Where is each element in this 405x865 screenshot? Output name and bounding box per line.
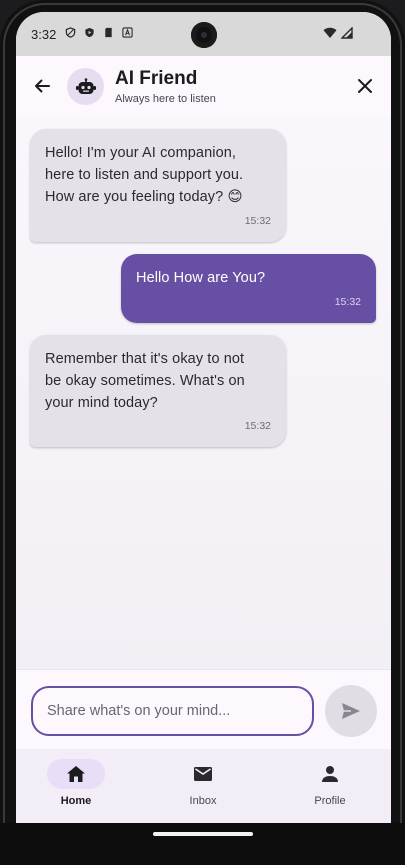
shield-icon [65,27,76,38]
nav-item-profile[interactable]: Profile [270,749,390,823]
bottom-nav: Home Inbox Profile [16,749,391,823]
status-time: 3:32 [31,27,57,42]
person-icon [322,766,338,782]
sd-card-icon [105,27,112,38]
message-text: Hello! I'm your AI companion, here to li… [45,145,244,205]
nav-item-home[interactable]: Home [16,749,136,823]
nav-label: Inbox [189,795,217,807]
message-input[interactable] [31,686,314,736]
app-header: AI Friend Always here to listen [16,56,391,116]
status-icons-right [323,27,353,39]
message-time: 15:32 [244,420,271,432]
user-message-bubble: Hello How are You? 15:32 [121,254,376,323]
robot-icon [75,77,96,94]
page-subtitle: Always here to listen [115,93,216,105]
play-protect-icon [85,27,94,38]
message-time: 15:32 [244,215,271,227]
close-icon [358,79,372,93]
avatar [67,68,104,105]
status-icons-left [65,27,133,38]
home-icon [67,766,85,782]
message-text: Hello How are You? [136,270,266,286]
nav-active-indicator [47,759,105,789]
nav-icon-container [301,759,359,789]
font-a-icon [122,27,133,38]
gesture-bar [0,823,405,865]
message-text: Remember that it's okay to not be okay s… [45,351,245,411]
page-title: AI Friend [115,68,198,89]
nav-icon-container [174,759,232,789]
status-bar: 3:32 [16,12,391,56]
cellular-signal-icon [341,27,353,39]
message-composer [16,669,391,749]
nav-item-inbox[interactable]: Inbox [143,749,263,823]
arrow-back-icon [35,79,50,93]
nav-label: Home [60,795,92,807]
nav-label: Profile [314,795,346,807]
mail-icon [194,767,212,781]
send-icon [342,703,360,719]
home-gesture-handle[interactable] [153,832,253,836]
message-time: 15:32 [334,296,361,308]
wifi-icon [323,27,337,38]
back-button[interactable] [28,72,56,100]
close-button[interactable] [351,72,379,100]
ai-message-bubble: Remember that it's okay to not be okay s… [30,335,286,447]
screen: 3:32 AI Friend Always here to listen Hel… [16,12,391,823]
ai-message-bubble: Hello! I'm your AI companion, here to li… [30,129,286,242]
front-camera [191,22,217,48]
phone-frame: 3:32 AI Friend Always here to listen Hel… [0,0,405,865]
chat-area[interactable]: Hello! I'm your AI companion, here to li… [16,116,391,669]
send-button[interactable] [325,685,377,737]
